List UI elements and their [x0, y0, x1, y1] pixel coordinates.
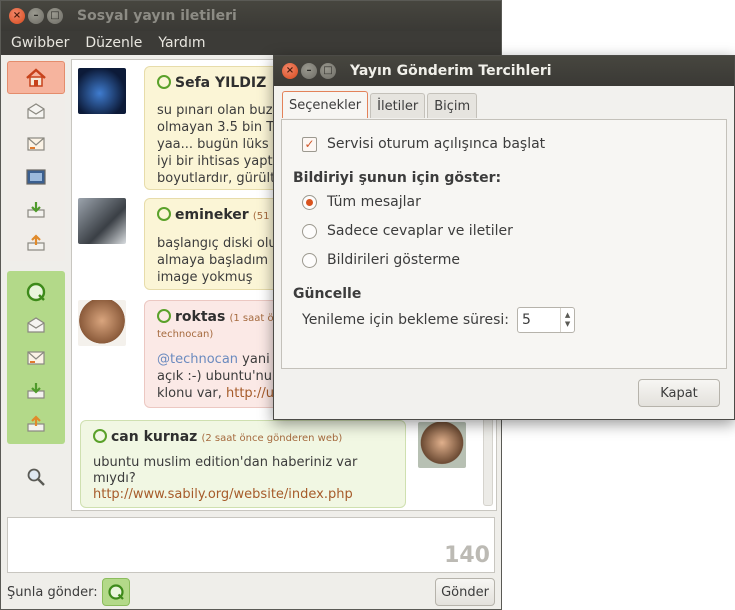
send-button[interactable]: Gönder	[435, 578, 495, 606]
sidebar-group-account	[7, 271, 65, 444]
tab-messages[interactable]: İletiler	[370, 93, 426, 118]
quip-icon	[157, 75, 171, 89]
avatar[interactable]	[78, 68, 126, 114]
window-minimize-icon[interactable]: –	[28, 8, 44, 24]
autostart-row[interactable]: ✓ Servisi oturum açılışınca başlat	[302, 136, 545, 152]
message-author[interactable]: emineker	[175, 207, 249, 223]
mention-link[interactable]: @technocan	[157, 352, 238, 367]
radio-label: Tüm mesajlar	[327, 194, 421, 210]
outbox-upload-icon[interactable]	[7, 407, 65, 440]
dialog-maximize-icon[interactable]: □	[320, 63, 336, 79]
quip-icon	[157, 309, 171, 323]
search-icon[interactable]	[7, 462, 65, 492]
avatar[interactable]	[78, 198, 126, 244]
dialog-titlebar[interactable]: × – □ Yayın Gönderim Tercihleri	[274, 56, 734, 86]
sidebar-group-all	[7, 59, 65, 261]
inbox-download-icon[interactable]	[7, 193, 65, 226]
send-with-label: Şunla gönder:	[7, 584, 98, 600]
radio-button[interactable]	[302, 223, 317, 239]
preferences-dialog: × – □ Yayın Gönderim Tercihleri Seçenekl…	[273, 55, 735, 420]
message-author[interactable]: can kurnaz	[111, 429, 197, 445]
radio-label: Sadece cevaplar ve iletiler	[327, 223, 513, 239]
dialog-title: Yayın Gönderim Tercihleri	[350, 63, 552, 79]
radio-button[interactable]	[302, 252, 317, 268]
account-quip-icon[interactable]	[7, 275, 65, 308]
message-link[interactable]: http://u	[226, 386, 274, 401]
compose-input[interactable]: 140	[7, 517, 495, 573]
notify-heading: Bildiriyi şunun için göster:	[293, 170, 502, 186]
sidebar	[7, 59, 65, 492]
outbox-upload-icon[interactable]	[7, 226, 65, 259]
message-meta: (51	[252, 211, 270, 222]
autostart-checkbox[interactable]: ✓	[302, 136, 317, 152]
message-line: mıydı?	[93, 471, 136, 486]
interval-row: Yenileme için bekleme süresi: 5 ▲ ▼	[302, 307, 576, 333]
radio-all-messages[interactable]: Tüm mesajlar	[302, 194, 421, 210]
mail-open-icon[interactable]	[7, 308, 65, 341]
char-counter: 140	[444, 543, 490, 568]
avatar[interactable]	[78, 300, 126, 346]
main-titlebar[interactable]: × – □ Sosyal yayın iletileri	[1, 1, 501, 31]
mail-open-icon[interactable]	[7, 94, 65, 127]
send-account-icon[interactable]	[101, 578, 130, 606]
menubar: Gwibber Düzenle Yardım	[1, 31, 501, 55]
window-close-icon[interactable]: ×	[9, 8, 25, 24]
message-line: ubuntu muslim edition'dan haberiniz var	[93, 455, 358, 470]
dialog-tabs: Seçenekler İletiler Biçim	[282, 91, 478, 118]
mail-reply-icon[interactable]	[7, 127, 65, 160]
menu-gwibber[interactable]: Gwibber	[11, 35, 69, 51]
menu-edit[interactable]: Düzenle	[85, 35, 142, 51]
message-author[interactable]: Sefa YILDIZ	[175, 75, 266, 91]
avatar[interactable]	[418, 422, 466, 468]
inbox-download-icon[interactable]	[7, 374, 65, 407]
autostart-label: Servisi oturum açılışınca başlat	[327, 136, 546, 152]
radio-button[interactable]	[302, 194, 317, 210]
radio-no-notifications[interactable]: Bildirileri gösterme	[302, 252, 460, 268]
spin-arrows-icon[interactable]: ▲ ▼	[560, 308, 574, 332]
main-window-title: Sosyal yayın iletileri	[77, 8, 237, 24]
tab-format[interactable]: Biçim	[427, 93, 478, 118]
window-maximize-icon[interactable]: □	[47, 8, 63, 24]
send-row: Şunla gönder: Gönder	[7, 577, 495, 607]
interval-label: Yenileme için bekleme süresi:	[302, 312, 510, 328]
message-meta: (1 saat ö	[229, 313, 274, 324]
quip-icon	[157, 207, 171, 221]
image-icon[interactable]	[7, 160, 65, 193]
options-panel: ✓ Servisi oturum açılışınca başlat Bildi…	[281, 119, 727, 369]
update-heading: Güncelle	[293, 286, 362, 302]
dialog-close-icon[interactable]: ×	[282, 63, 298, 79]
message-author[interactable]: roktas	[175, 309, 225, 325]
tab-options[interactable]: Seçenekler	[282, 91, 369, 118]
message-link[interactable]: http://www.sabily.org/website/index.php	[93, 487, 393, 503]
dialog-minimize-icon[interactable]: –	[301, 63, 317, 79]
message-meta: (2 saat önce gönderen web)	[201, 433, 343, 444]
radio-label: Bildirileri gösterme	[327, 252, 461, 268]
message-bubble[interactable]: can kurnaz (2 saat önce gönderen web) ub…	[80, 420, 406, 508]
menu-help[interactable]: Yardım	[158, 35, 205, 51]
quip-icon	[93, 429, 107, 443]
radio-replies-only[interactable]: Sadece cevaplar ve iletiler	[302, 223, 513, 239]
home-icon[interactable]	[7, 61, 65, 94]
close-button[interactable]: Kapat	[638, 379, 720, 407]
interval-spinbox[interactable]: 5 ▲ ▼	[517, 307, 576, 333]
mail-reply-icon[interactable]	[7, 341, 65, 374]
interval-value[interactable]: 5	[522, 312, 531, 328]
